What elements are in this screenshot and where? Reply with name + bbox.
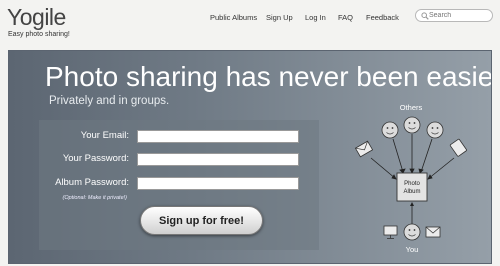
person-icon bbox=[403, 223, 421, 241]
nav-faq[interactable]: FAQ bbox=[338, 13, 353, 22]
logo[interactable]: Yogile bbox=[7, 4, 66, 31]
nav-public-albums[interactable]: Public Albums bbox=[210, 13, 257, 22]
nav-feedback[interactable]: Feedback bbox=[366, 13, 399, 22]
hero-headline: Photo sharing has never been easier. bbox=[45, 61, 492, 92]
sharing-diagram: Others Photo Album You bbox=[354, 103, 467, 254]
photo-album-icon: Photo Album bbox=[396, 172, 428, 202]
person-icon bbox=[381, 121, 399, 139]
others-group bbox=[381, 116, 444, 139]
others-label: Others bbox=[400, 103, 423, 112]
computer-icon bbox=[383, 225, 398, 239]
nav-sign-up[interactable]: Sign Up bbox=[266, 13, 293, 22]
nav-log-in[interactable]: Log In bbox=[305, 13, 326, 22]
person-icon bbox=[426, 121, 444, 139]
album-password-hint: (Optional: Make it private!) bbox=[62, 195, 128, 201]
album-label-line1: Photo bbox=[404, 181, 420, 187]
signup-form: Your Email: Your Password: Album Passwor… bbox=[39, 120, 319, 250]
search-box[interactable] bbox=[415, 9, 493, 22]
email-label: Your Email: bbox=[80, 130, 129, 141]
hero-subheadline: Privately and in groups. bbox=[49, 95, 170, 107]
phone-icon bbox=[449, 138, 467, 157]
password-field[interactable] bbox=[137, 153, 299, 166]
tagline: Easy photo sharing! bbox=[8, 31, 70, 38]
envelope-icon bbox=[354, 140, 374, 158]
search-input[interactable] bbox=[429, 10, 489, 21]
arrows-to-album bbox=[370, 134, 455, 180]
album-password-field[interactable] bbox=[137, 177, 299, 190]
email-field[interactable] bbox=[137, 130, 299, 143]
you-label: You bbox=[406, 245, 419, 254]
album-label-line2: Album bbox=[403, 189, 420, 195]
person-icon bbox=[403, 116, 421, 134]
envelope-icon bbox=[425, 226, 441, 238]
search-icon bbox=[421, 12, 429, 20]
signup-button[interactable]: Sign up for free! bbox=[140, 206, 263, 235]
hero-panel: Photo sharing has never been easier. Pri… bbox=[8, 50, 492, 264]
album-password-label: Album Password: bbox=[55, 177, 129, 188]
password-label: Your Password: bbox=[62, 153, 129, 164]
